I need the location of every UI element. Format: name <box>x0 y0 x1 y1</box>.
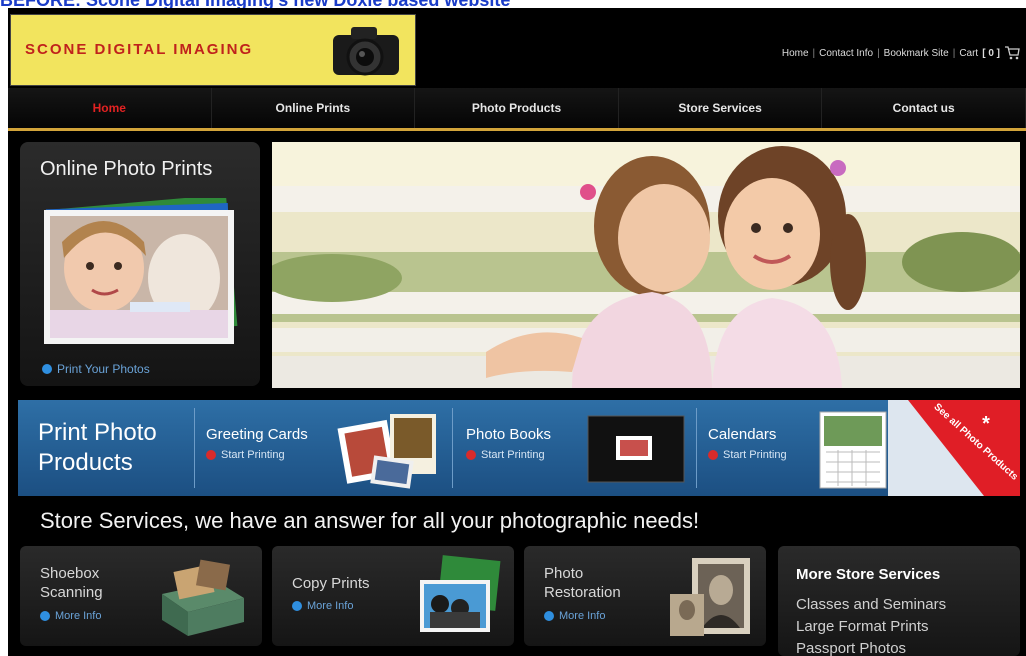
link-label: Start Printing <box>481 449 545 461</box>
shoebox-image <box>162 559 244 636</box>
services-heading: Store Services, we have an answer for al… <box>40 508 700 533</box>
band-divider <box>194 408 195 488</box>
service-shoebox-scanning[interactable]: Shoebox Scanning More Info <box>20 546 262 646</box>
more-info-link[interactable]: More Info <box>544 610 605 622</box>
nav-item-home[interactable]: Home <box>8 88 212 131</box>
top-link-home[interactable]: Home <box>782 48 809 59</box>
more-store-services-panel: More Store Services Classes and Seminars… <box>778 546 1020 656</box>
product-name: Calendars <box>708 426 777 443</box>
panel-title: Online Photo Prints <box>40 158 213 180</box>
bullet-icon <box>466 450 476 460</box>
link-label: Start Printing <box>723 449 787 461</box>
print-photos-link[interactable]: Print Your Photos <box>42 362 150 376</box>
service-title: Copy Prints <box>292 575 370 592</box>
band-title: Print Photo Products <box>38 419 157 476</box>
bullet-icon <box>708 450 718 460</box>
photo-products-band: Print Photo Products Greeting Cards Star… <box>18 400 1020 496</box>
calendar-image <box>819 411 887 489</box>
product-photo-books[interactable]: Photo Books Start Printing <box>466 426 551 461</box>
nav-label: Store Services <box>678 101 762 115</box>
bullet-icon <box>42 364 52 374</box>
more-services-title: More Store Services <box>796 566 941 583</box>
star-icon: * <box>982 413 990 435</box>
copy-prints-image <box>420 555 501 632</box>
website-frame: SCONE DIGITAL IMAGING Home | Contact Inf… <box>8 8 1026 656</box>
nav-divider-dot <box>16 128 19 131</box>
bullet-icon <box>206 450 216 460</box>
more-info-link[interactable]: More Info <box>40 610 101 622</box>
hero-image <box>272 142 1020 388</box>
band-divider <box>452 408 453 488</box>
separator: | <box>812 47 816 59</box>
service-title: Photo Restoration <box>544 565 621 601</box>
nav-divider-dot <box>626 128 630 131</box>
nav-label: Online Prints <box>275 101 351 115</box>
product-calendars[interactable]: Calendars Start Printing <box>708 426 787 461</box>
bullet-icon <box>40 611 50 621</box>
cart-count: [ 0 ] <box>982 47 1000 59</box>
product-name: Photo Books <box>466 426 552 443</box>
top-links: Home | Contact Info | Bookmark Site | Ca… <box>782 46 1020 60</box>
separator: | <box>877 47 880 59</box>
bullet-icon <box>292 601 302 611</box>
photo-book-image <box>587 415 685 483</box>
top-link-contact[interactable]: Contact Info <box>819 48 873 59</box>
service-photo-restoration[interactable]: Photo Restoration More Info <box>524 546 766 646</box>
link-label: More Info <box>55 610 102 622</box>
old-portrait-image <box>670 558 750 636</box>
logo-text: SCONE DIGITAL IMAGING <box>25 41 254 58</box>
cart-icon[interactable] <box>1004 46 1020 60</box>
nav-divider-dot <box>830 128 834 131</box>
see-all-products-badge[interactable]: * See all Photo Products <box>888 400 1020 496</box>
product-greeting-cards[interactable]: Greeting Cards Start Printing <box>206 426 308 461</box>
service-copy-prints[interactable]: Copy Prints More Info <box>272 546 514 646</box>
nav-item-contact[interactable]: Contact us <box>822 88 1026 131</box>
separator: | <box>952 47 956 59</box>
nav-label: Home <box>92 101 126 115</box>
photo-stack-image <box>44 198 238 344</box>
more-service-link[interactable]: Classes and Seminars <box>796 596 946 613</box>
nav-divider-dot <box>219 128 223 131</box>
link-label: Print Your Photos <box>57 362 150 376</box>
nav-item-store-services[interactable]: Store Services <box>618 88 823 131</box>
nav-divider-dot <box>423 128 427 131</box>
camera-icon <box>333 27 399 76</box>
product-name: Greeting Cards <box>206 426 308 443</box>
greeting-cards-image <box>337 414 436 489</box>
nav-item-online-prints[interactable]: Online Prints <box>211 88 416 131</box>
link-label: More Info <box>559 610 606 622</box>
more-service-link[interactable]: Large Format Prints <box>796 618 929 635</box>
start-printing-link[interactable]: Start Printing <box>708 449 787 461</box>
link-label: More Info <box>307 600 354 612</box>
band-divider <box>696 408 697 488</box>
start-printing-link[interactable]: Start Printing <box>466 449 551 461</box>
site-logo[interactable]: SCONE DIGITAL IMAGING <box>10 14 416 86</box>
nav-item-photo-products[interactable]: Photo Products <box>415 88 619 131</box>
online-prints-panel[interactable]: Online Photo Prints Print Your Photos <box>20 142 260 386</box>
more-info-link[interactable]: More Info <box>292 600 353 612</box>
main-nav: Home Online Prints Photo Products Store … <box>8 88 1026 131</box>
top-link-cart[interactable]: Cart <box>959 48 978 59</box>
link-label: Start Printing <box>221 449 285 461</box>
bullet-icon <box>544 611 554 621</box>
top-link-bookmark[interactable]: Bookmark Site <box>884 48 949 59</box>
more-service-link[interactable]: Passport Photos <box>796 640 906 656</box>
nav-label: Contact us <box>892 101 955 115</box>
service-title: Shoebox Scanning <box>40 565 103 601</box>
start-printing-link[interactable]: Start Printing <box>206 449 308 461</box>
nav-label: Photo Products <box>471 101 562 115</box>
